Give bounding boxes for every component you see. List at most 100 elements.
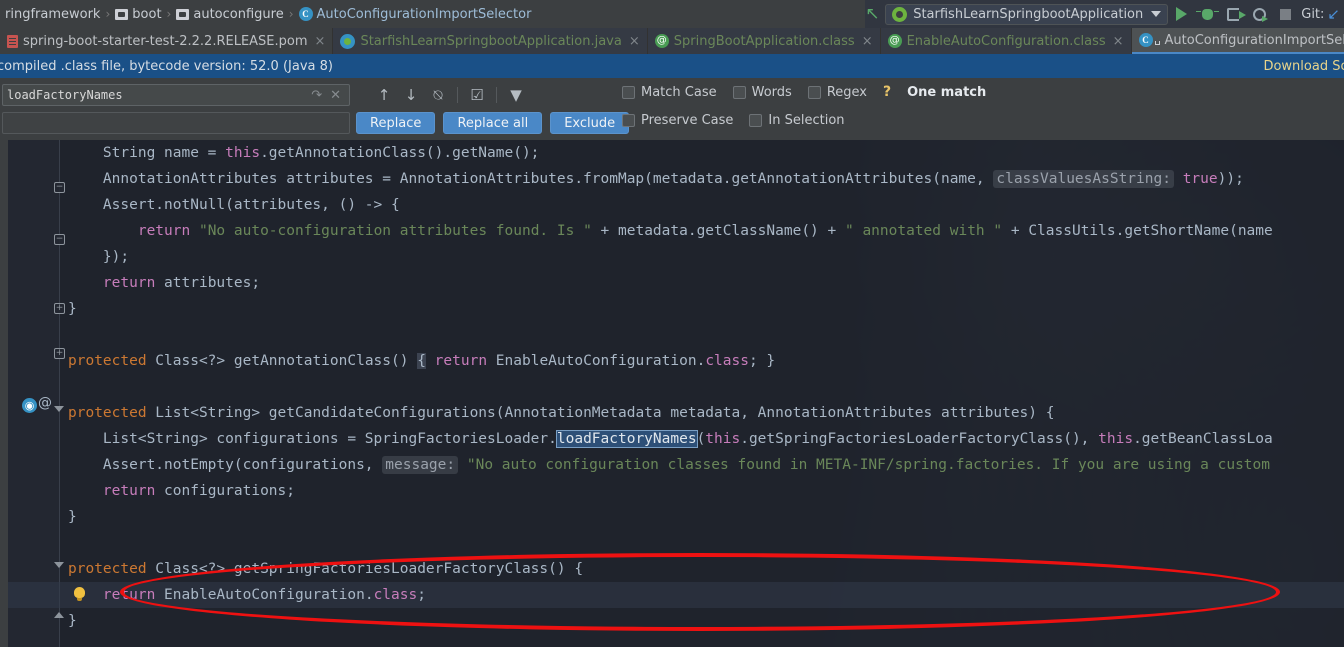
code-line[interactable]: return "No auto-configuration attributes… <box>0 218 1344 244</box>
code-line[interactable]: protected List<String> getCandidateConfi… <box>0 400 1344 426</box>
code-line[interactable]: return attributes; <box>0 270 1344 296</box>
run-with-button[interactable] <box>1220 1 1247 27</box>
match-count-status: One match <box>907 84 987 100</box>
replace-all-button[interactable]: Replace all <box>443 112 543 134</box>
run-button[interactable] <box>1168 1 1194 27</box>
find-options: Match Case Words Regex ? One match Prese… <box>622 78 986 134</box>
code-line[interactable]: protected Class<?> getAnnotationClass() … <box>0 348 1344 374</box>
code-line[interactable] <box>0 530 1344 556</box>
checkbox[interactable] <box>732 85 746 99</box>
code-line[interactable]: }); <box>0 244 1344 270</box>
code-line[interactable]: } <box>0 296 1344 322</box>
code-token: String name = <box>68 145 226 161</box>
breadcrumb-label: ringframework <box>5 6 101 22</box>
exclude-button[interactable]: Exclude <box>550 112 630 134</box>
code-line[interactable]: protected Class<?> getSpringFactoriesLoa… <box>0 556 1344 582</box>
debug-button[interactable] <box>1194 1 1220 27</box>
jump-to-source-button[interactable] <box>859 1 885 27</box>
breadcrumb-item-ringframework[interactable]: ringframework <box>2 7 103 22</box>
code-token: return <box>102 275 156 291</box>
regex-help-icon[interactable]: ? <box>883 84 891 100</box>
code-line[interactable]: Assert.notNull(attributes, () -> { <box>0 192 1344 218</box>
coverage-button[interactable] <box>1246 1 1272 27</box>
reset-icon[interactable]: ↷ <box>307 88 326 103</box>
tab-autoconfigurationimportselector-class[interactable]: C AutoConfigurationImportSelector.class … <box>1131 28 1344 54</box>
close-icon[interactable]: × <box>1113 35 1124 48</box>
class-icon: C <box>298 7 313 21</box>
breadcrumb-item-boot[interactable]: boot <box>112 7 164 22</box>
select-all-occurrences-button[interactable]: ☑ <box>465 84 489 106</box>
tab-enableautoconfiguration-class[interactable]: @ EnableAutoConfiguration.class × <box>880 28 1132 54</box>
code-content[interactable]: String name = this.getAnnotationClass().… <box>0 140 1344 647</box>
spring-icon <box>892 6 908 22</box>
option-match-case[interactable]: Match Case <box>622 85 717 100</box>
breadcrumb-label: autoconfigure <box>193 6 284 22</box>
checkbox[interactable] <box>622 113 635 127</box>
annotation-icon: @ <box>887 34 902 48</box>
code-token: .getAnnotationClass().getName(); <box>260 145 540 161</box>
download-sources-link[interactable]: Download Sour <box>1263 59 1344 74</box>
tab-springbootapplication-class[interactable]: @ SpringBootApplication.class × <box>647 28 881 54</box>
search-match-highlight: loadFactoryNames <box>555 430 698 448</box>
replace-button[interactable]: Replace <box>356 112 436 134</box>
tab-label: EnableAutoConfiguration.class <box>906 33 1106 49</box>
fold-marker[interactable]: − <box>54 234 65 245</box>
checkbox[interactable] <box>749 113 763 127</box>
code-line[interactable]: return EnableAutoConfiguration.class; <box>0 582 1344 608</box>
search-input[interactable] <box>7 88 308 102</box>
close-icon[interactable]: × <box>862 35 873 48</box>
checkbox[interactable] <box>622 85 635 99</box>
intention-bulb-icon[interactable] <box>74 587 85 601</box>
code-line[interactable] <box>0 322 1344 348</box>
fold-marker-open[interactable] <box>54 562 64 568</box>
code-line[interactable]: List<String> configurations = SpringFact… <box>0 426 1344 452</box>
left-tool-strip <box>0 140 8 647</box>
code-line[interactable]: Assert.notEmpty(configurations, message:… <box>0 452 1344 478</box>
pom-icon <box>7 34 18 48</box>
fold-marker[interactable]: + <box>54 303 65 314</box>
override-method-icon[interactable]: ◉ <box>22 398 37 413</box>
fold-marker-close[interactable] <box>54 612 64 618</box>
tab-spring-boot-starter-test-pom[interactable]: spring-boot-starter-test-2.2.2.RELEASE.p… <box>0 28 334 54</box>
code-line[interactable]: String name = this.getAnnotationClass().… <box>0 140 1344 166</box>
filter-button[interactable]: ▼ <box>504 84 528 106</box>
code-line[interactable]: return configurations; <box>0 478 1344 504</box>
toolbar-divider <box>457 87 458 103</box>
option-in-selection[interactable]: In Selection <box>749 113 845 128</box>
fold-marker[interactable]: − <box>54 182 65 193</box>
code-token: { <box>417 353 426 369</box>
code-token: + ClassUtils.getShortName(name <box>1002 223 1273 239</box>
option-regex[interactable]: Regex <box>807 85 867 100</box>
search-field-wrapper[interactable]: ↷ ✕ <box>2 84 350 106</box>
find-previous-button[interactable]: ↑ <box>372 84 396 106</box>
stop-button[interactable] <box>1272 1 1298 27</box>
tab-starfishlearnspringbootapplication-java[interactable]: StarfishLearnSpringbootApplication.java … <box>333 28 648 54</box>
run-configuration-selector[interactable]: StarfishLearnSpringbootApplication <box>885 3 1169 25</box>
option-preserve-case[interactable]: Preserve Case <box>622 113 733 128</box>
fold-marker[interactable]: + <box>54 348 65 359</box>
code-token: Class<?> getSpringFactoriesLoaderFactory… <box>146 561 584 577</box>
breadcrumb-item-autoconfigure[interactable]: autoconfigure <box>173 7 286 22</box>
find-all-button[interactable]: ⍉ <box>426 84 450 106</box>
code-line[interactable]: } <box>0 504 1344 530</box>
find-next-button[interactable]: ↓ <box>399 84 423 106</box>
git-update-icon[interactable]: ↙ <box>1327 5 1340 23</box>
find-row: ↷ ✕ ↑ ↓ ⍉ ☑ ▼ <box>0 84 528 106</box>
breadcrumb-item-autoconfigurationimportselector[interactable]: C AutoConfigurationImportSelector <box>296 7 535 22</box>
checkbox[interactable] <box>807 85 821 99</box>
fold-marker-open[interactable] <box>54 406 64 412</box>
close-icon[interactable]: × <box>315 35 326 48</box>
code-token: protected <box>68 561 147 577</box>
code-line[interactable]: } <box>0 608 1344 634</box>
code-editor[interactable]: String name = this.getAnnotationClass().… <box>0 140 1344 647</box>
option-words[interactable]: Words <box>732 84 792 100</box>
close-icon[interactable]: ✕ <box>326 88 345 103</box>
code-line[interactable] <box>0 374 1344 400</box>
code-line[interactable]: AnnotationAttributes attributes = Annota… <box>0 166 1344 192</box>
option-label: Words <box>751 84 792 100</box>
close-icon[interactable]: × <box>629 35 640 48</box>
code-token: classValuesAsString: <box>993 170 1174 188</box>
replace-field-wrapper[interactable] <box>2 112 350 134</box>
replace-input[interactable] <box>3 114 349 134</box>
arrow-up-icon: ↑ <box>377 86 391 104</box>
